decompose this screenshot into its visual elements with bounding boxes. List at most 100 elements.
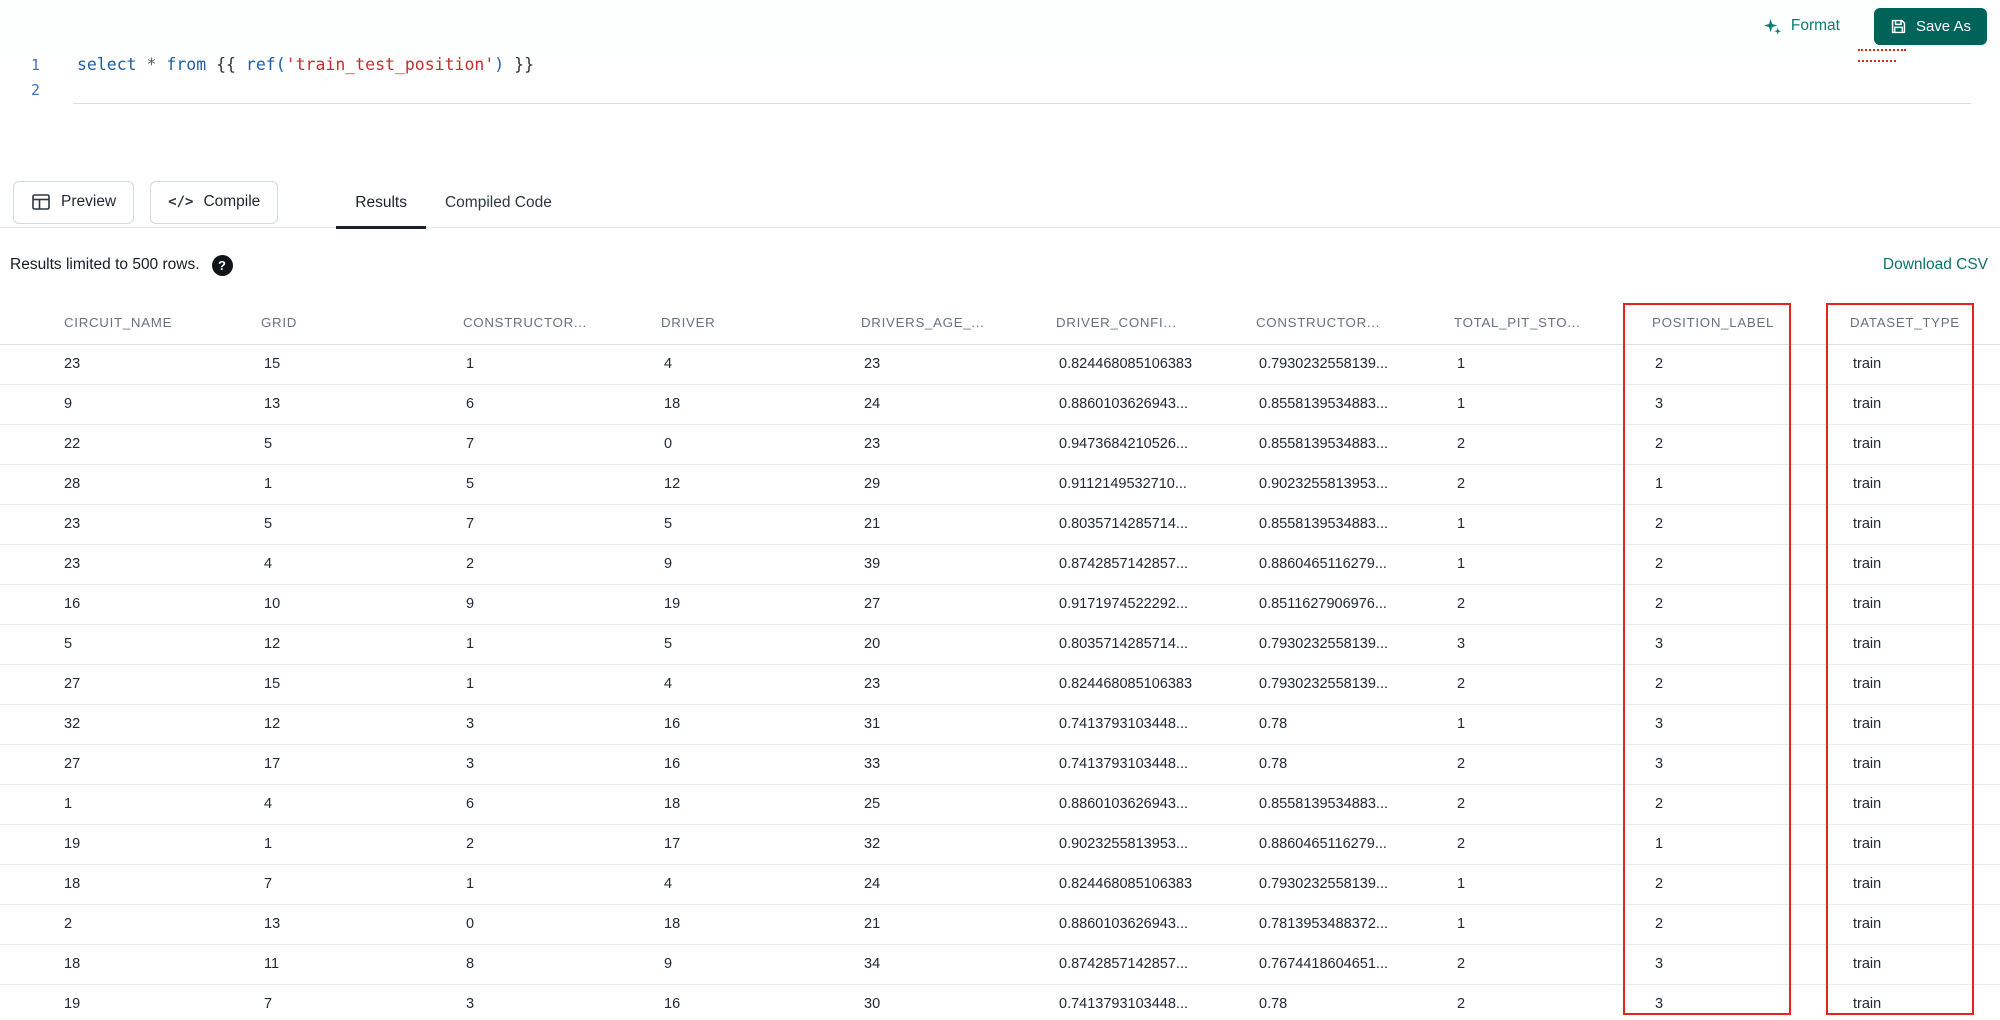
table-cell: 0.8558139534883... (1256, 384, 1454, 425)
table-cell: 1 (1454, 544, 1652, 585)
table-cell: 0.8558139534883... (1256, 784, 1454, 825)
table-cell: 3 (1652, 624, 1850, 665)
table-cell: 0.824468085106383 (1056, 664, 1256, 705)
results-toolbar: Preview </> Compile Results Compiled Cod… (0, 177, 2000, 229)
table-cell: 1 (463, 864, 661, 905)
table-cell: 4 (661, 864, 861, 905)
table-cell: 2 (0, 904, 261, 945)
table-row: 5 12 1 5 20 0.8035714285714... 0.7930232558139… (0, 624, 2000, 665)
table-cell: 28 (0, 464, 261, 505)
code-token: ) (494, 55, 505, 74)
table-cell: 0.9023255813953... (1256, 464, 1454, 505)
format-button[interactable]: Format (1763, 17, 1840, 36)
compile-button[interactable]: </> Compile (150, 180, 279, 224)
table-cell: 3 (463, 744, 661, 785)
table-cell: 27 (861, 584, 1056, 625)
table-cell: train (1850, 944, 2000, 985)
table-cell: train (1850, 784, 2000, 825)
column-header: CONSTRUCTOR... (463, 302, 661, 345)
table-cell: 0.78 (1256, 704, 1454, 745)
table-cell: 23 (861, 664, 1056, 705)
table-cell: 9 (463, 584, 661, 625)
table-cell: train (1850, 504, 2000, 545)
table-cell: train (1850, 544, 2000, 585)
table-cell: 2 (1652, 864, 1850, 905)
table-cell: 2 (1454, 944, 1652, 985)
table-cell: 0 (661, 424, 861, 465)
table-cell: 4 (261, 544, 463, 585)
table-row: 23 4 2 9 39 0.8742857142857... 0.8860465116279… (0, 544, 2000, 585)
code-token: select (77, 55, 137, 74)
format-button-label: Format (1790, 17, 1840, 34)
table-cell: 7 (463, 504, 661, 545)
table-cell: 2 (1652, 784, 1850, 825)
table-cell: train (1850, 624, 2000, 665)
save-as-button[interactable]: Save As (1873, 7, 1987, 45)
table-cell: 6 (463, 784, 661, 825)
table-cell: 4 (661, 344, 861, 385)
table-row: 2 13 0 18 21 0.8860103626943... 0.781395348837… (0, 904, 2000, 945)
table-cell: 0.8860465116279... (1256, 824, 1454, 865)
table-cell: 2 (1454, 784, 1652, 825)
table-cell: train (1850, 744, 2000, 785)
header-row: CIRCUIT_NAME GRID CONSTRUCTOR... DRIVER DRIV… (0, 302, 2000, 345)
table-cell: 2 (1652, 544, 1850, 585)
table-cell: train (1850, 664, 2000, 705)
tab-compiled-code[interactable]: Compiled Code (426, 177, 571, 228)
table-cell: 0.8860103626943... (1056, 384, 1256, 425)
table-cell: 17 (661, 824, 861, 865)
editor-topbar: Format Save As (0, 0, 2000, 52)
table-cell: 0.7413793103448... (1056, 704, 1256, 745)
table-cell: 2 (463, 544, 661, 585)
download-csv-link[interactable]: Download CSV (1883, 256, 1988, 274)
column-header: GRID (261, 302, 463, 345)
column-header: DRIVERS_AGE_... (861, 302, 1056, 345)
table-cell: 0.8860103626943... (1056, 904, 1256, 945)
table-cell: 0.78 (1256, 744, 1454, 785)
table-cell: 3 (1652, 984, 1850, 1020)
table-cell: 7 (261, 984, 463, 1020)
table-cell: 15 (261, 344, 463, 385)
table-cell: 2 (1652, 664, 1850, 705)
table-cell: 2 (1652, 584, 1850, 625)
table-cell: 9 (661, 544, 861, 585)
table-row: 27 15 1 4 23 0.824468085106383 0.7930232558139… (0, 664, 2000, 705)
table-cell: 16 (661, 704, 861, 745)
table-cell: 2 (1454, 744, 1652, 785)
code-content[interactable]: select * from {{ ref('train_test_positio… (50, 55, 534, 74)
code-token: * (146, 55, 157, 74)
preview-button[interactable]: Preview (13, 180, 135, 224)
table-cell: 0.8558139534883... (1256, 504, 1454, 545)
results-tbody: 23 15 1 4 23 0.824468085106383 0.7930232558139… (0, 344, 2000, 1020)
table-cell: 2 (1652, 504, 1850, 545)
table-cell: 0.9112149532710... (1056, 464, 1256, 505)
table-cell: 0.8742857142857... (1056, 544, 1256, 585)
compile-button-label: Compile (203, 193, 261, 210)
column-header: DRIVER_CONFI... (1056, 302, 1256, 345)
table-cell: 4 (261, 784, 463, 825)
red-squiggle-line (1858, 45, 1906, 51)
table-cell: 24 (861, 864, 1056, 905)
table-cell: 0.9023255813953... (1056, 824, 1256, 865)
table-cell: 23 (861, 344, 1056, 385)
table-cell: 12 (261, 704, 463, 745)
table-cell: train (1850, 824, 2000, 865)
results-limit-text: Results limited to 500 rows. (10, 256, 200, 273)
table-cell: 0.7930232558139... (1256, 664, 1454, 705)
table-cell: 2 (1454, 584, 1652, 625)
tab-results[interactable]: Results (336, 177, 426, 229)
table-cell: 9 (661, 944, 861, 985)
table-cell: 18 (0, 944, 261, 985)
table-cell: train (1850, 984, 2000, 1020)
table-cell: 1 (1454, 704, 1652, 745)
table-cell: 29 (861, 464, 1056, 505)
table-cell: 9 (0, 384, 261, 425)
table-cell: 1 (463, 344, 661, 385)
help-icon[interactable]: ? (211, 254, 233, 276)
sql-editor[interactable]: 1 select * from {{ ref('train_test_posit… (0, 52, 2000, 102)
table-cell: 1 (1652, 464, 1850, 505)
table-row: 23 15 1 4 23 0.824468085106383 0.7930232558139… (0, 344, 2000, 385)
table-cell: 1 (1454, 344, 1652, 385)
